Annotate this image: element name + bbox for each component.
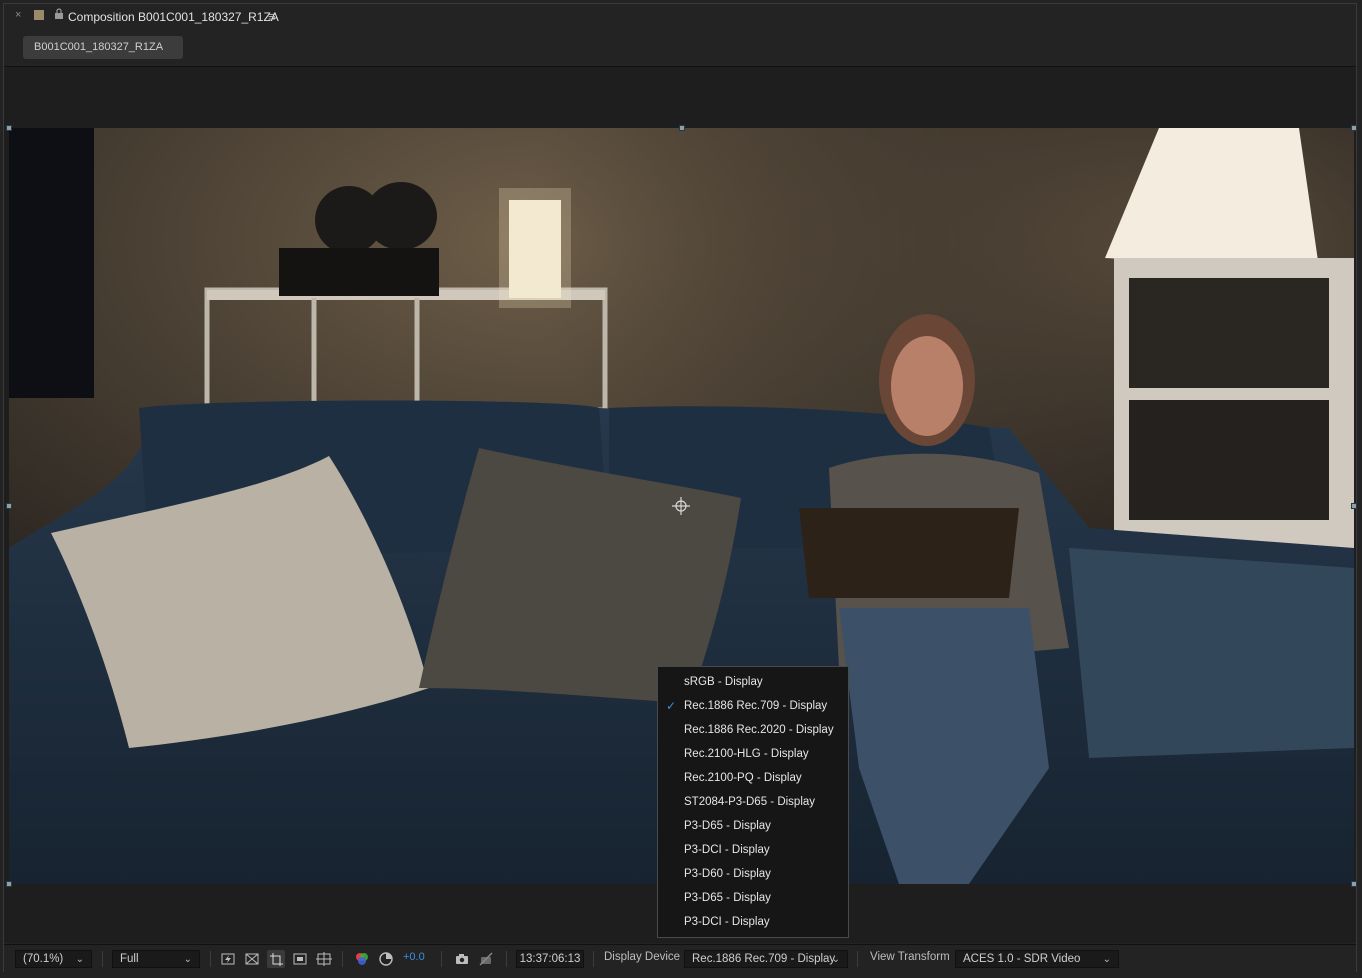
current-time-display[interactable]: 13:37:06:13 [516, 950, 584, 968]
viewer-toolbar: (70.1%) ⌄ Full ⌄ +0.0 13:37:06:13 Displa… [4, 944, 1356, 973]
grid-guides-icon [316, 952, 332, 966]
transform-handle-bottom-left[interactable] [6, 881, 12, 887]
chevron-down-icon: ⌄ [75, 954, 84, 965]
menu-item-label: Rec.2100-PQ - Display [684, 772, 802, 784]
menu-item-display-device[interactable]: sRGB - Display [658, 671, 848, 695]
menu-item-label: P3-D65 - Display [684, 820, 771, 832]
menu-item-display-device[interactable]: P3-DCI - Display [658, 911, 848, 935]
exposure-value[interactable]: +0.0 [403, 951, 425, 963]
menu-item-label: Rec.2100-HLG - Display [684, 748, 809, 760]
transform-handle-middle-left[interactable] [6, 503, 12, 509]
show-snapshot-button[interactable] [477, 950, 495, 968]
close-panel-icon[interactable]: × [15, 9, 21, 21]
resolution-select[interactable]: Full ⌄ [112, 950, 200, 968]
region-of-interest-button[interactable] [267, 950, 285, 968]
show-snapshot-icon [479, 952, 493, 966]
show-channel-button[interactable] [353, 950, 371, 968]
mask-visibility-button[interactable] [291, 950, 309, 968]
anchor-point-icon[interactable] [672, 497, 690, 515]
toolbar-divider [342, 951, 343, 967]
grid-guides-button[interactable] [315, 950, 333, 968]
composition-panel-header: × Composition B001C001_180327_R1ZA ≡ [4, 4, 1356, 30]
camera-icon [456, 954, 468, 964]
menu-item-label: P3-DCI - Display [684, 916, 770, 928]
transform-handle-middle-right[interactable] [1351, 503, 1357, 509]
label-color-swatch[interactable] [34, 10, 44, 20]
menu-item-display-device[interactable]: P3-D65 - Display [658, 815, 848, 839]
transform-handle-bottom-right[interactable] [1351, 881, 1357, 887]
fast-previews-button[interactable] [219, 950, 237, 968]
display-device-label: Display Device [604, 951, 681, 963]
toolbar-divider [210, 951, 211, 967]
transform-handle-top-right[interactable] [1351, 125, 1357, 131]
display-device-value: Rec.1886 Rec.709 - Display [692, 953, 836, 965]
composition-tab-row: B001C001_180327_R1ZA [4, 30, 1356, 67]
region-of-interest-icon [270, 953, 283, 966]
mask-visibility-icon [293, 953, 307, 965]
magnification-value: (70.1%) [23, 953, 64, 965]
view-transform-select[interactable]: ACES 1.0 - SDR Video ⌄ [955, 950, 1119, 968]
toolbar-divider [593, 951, 594, 967]
menu-item-display-device[interactable]: P3-D60 - Display [658, 863, 848, 887]
composition-title: Composition B001C001_180327_R1ZA [68, 10, 279, 24]
reset-exposure-button[interactable] [377, 950, 395, 968]
chevron-down-icon: ⌄ [831, 954, 840, 965]
take-snapshot-button[interactable] [453, 950, 471, 968]
toolbar-divider [506, 951, 507, 967]
toolbar-divider [857, 951, 858, 967]
menu-item-display-device[interactable]: Rec.2100-PQ - Display [658, 767, 848, 791]
magnification-select[interactable]: (70.1%) ⌄ [15, 950, 92, 968]
rgb-channels-icon [356, 953, 368, 965]
chevron-down-icon: ⌄ [1102, 954, 1111, 965]
transparency-grid-button[interactable] [243, 950, 261, 968]
menu-item-label: P3-D60 - Display [684, 868, 771, 880]
view-transform-value: ACES 1.0 - SDR Video [963, 953, 1081, 965]
view-transform-label: View Transform [870, 951, 950, 963]
menu-item-display-device[interactable]: P3-D65 - Display [658, 887, 848, 911]
menu-item-display-device[interactable]: ✓ Rec.1886 Rec.709 - Display [658, 695, 848, 719]
fast-previews-icon [221, 953, 235, 965]
display-device-dropdown-menu: sRGB - Display ✓ Rec.1886 Rec.709 - Displa… [657, 666, 849, 938]
transform-handle-top-left[interactable] [6, 125, 12, 131]
transparency-grid-icon [245, 953, 259, 965]
panel-menu-icon[interactable]: ≡ [268, 9, 276, 24]
menu-item-display-device[interactable]: P3-DCI - Display [658, 839, 848, 863]
menu-item-label: sRGB - Display [684, 676, 763, 688]
menu-item-label: P3-D65 - Display [684, 892, 771, 904]
menu-item-label: Rec.1886 Rec.709 - Display [684, 700, 828, 712]
resolution-value: Full [120, 953, 139, 965]
composition-tab[interactable]: B001C001_180327_R1ZA [23, 36, 183, 59]
menu-item-display-device[interactable]: ST2084-P3-D65 - Display [658, 791, 848, 815]
chevron-down-icon: ⌄ [183, 954, 192, 965]
reset-exposure-icon [379, 952, 393, 966]
menu-item-label: P3-DCI - Display [684, 844, 770, 856]
menu-item-label: ST2084-P3-D65 - Display [684, 796, 816, 808]
toolbar-divider [102, 951, 103, 967]
menu-item-label: Rec.1886 Rec.2020 - Display [684, 724, 834, 736]
menu-item-display-device[interactable]: Rec.1886 Rec.2020 - Display [658, 719, 848, 743]
display-device-select[interactable]: Rec.1886 Rec.709 - Display ⌄ [684, 950, 848, 968]
menu-item-display-device[interactable]: Rec.2100-HLG - Display [658, 743, 848, 767]
transform-handle-top-center[interactable] [679, 125, 685, 131]
checkmark-icon: ✓ [666, 699, 677, 713]
toolbar-divider [441, 951, 442, 967]
lock-icon[interactable] [54, 8, 64, 20]
